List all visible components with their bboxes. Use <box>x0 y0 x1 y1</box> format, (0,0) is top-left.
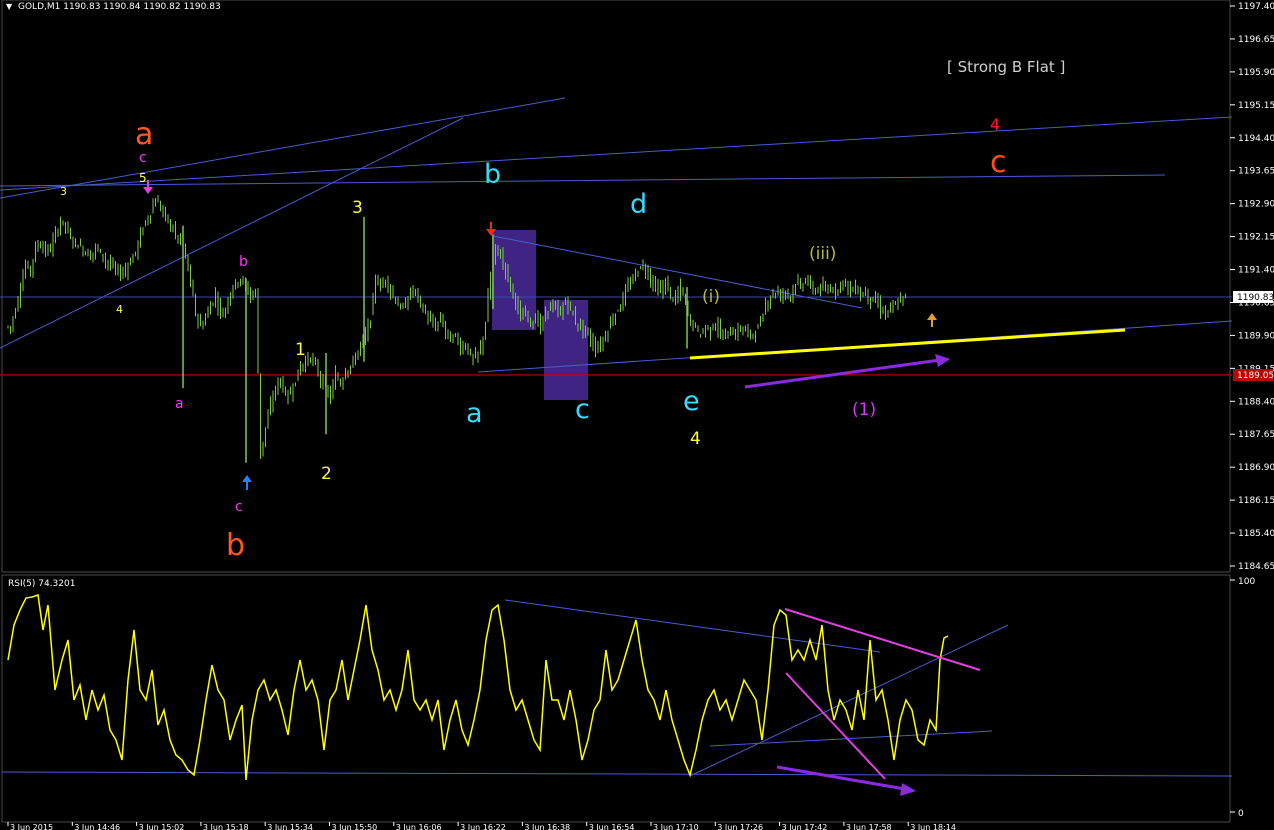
price-tick-label: 1192.90 <box>1238 200 1274 210</box>
price-tick-label: 1192.15 <box>1238 233 1274 243</box>
wave-b-box <box>492 230 536 330</box>
price-tick-label: 1186.90 <box>1238 463 1274 473</box>
wave-b-big: b <box>226 528 245 563</box>
wave-c-big: c <box>990 145 1007 180</box>
rsi-title: RSI(5) 74.3201 <box>8 579 75 589</box>
time-tick-label: 3 Jun 2015 <box>10 823 53 830</box>
wave-1-magenta: (1) <box>852 400 876 420</box>
time-tick-label: 3 Jun 14:46 <box>74 823 120 830</box>
price-tick-label: 1191.40 <box>1238 266 1274 276</box>
wave-3-yellow: 3 <box>352 198 363 218</box>
time-tick-label: 3 Jun 16:06 <box>396 823 442 830</box>
dropdown-triangle-icon[interactable]: ▼ <box>6 2 13 11</box>
strong-b-flat-label: [ Strong B Flat ] <box>947 58 1065 76</box>
time-tick-label: 3 Jun 16:54 <box>589 823 635 830</box>
time-tick-label: 3 Jun 15:18 <box>203 823 249 830</box>
rsi-tick-100: 100 <box>1238 577 1255 587</box>
price-tick-label: 1196.65 <box>1238 35 1274 45</box>
price-tick-label: 1195.90 <box>1238 68 1274 78</box>
chart-title: GOLD,M1 1190.83 1190.84 1190.82 1190.83 <box>18 2 221 12</box>
price-tick-label: 1187.65 <box>1238 430 1274 440</box>
wave-a-cyan: a <box>466 398 483 429</box>
current-price-badge: 1190.83 <box>1233 291 1274 303</box>
rsi-tick-0: 0 <box>1238 809 1244 819</box>
wave-3-yellow-left: 3 <box>60 185 67 198</box>
wave-4-yellow-bottom: 4 <box>690 429 701 449</box>
wave-iii-olive: (iii) <box>809 244 836 264</box>
trading-chart[interactable]: 1197.40 1196.65 1195.90 1195.15 1194.40 1193.… <box>0 0 1274 830</box>
wave-i-olive: (i) <box>702 287 720 307</box>
price-tick-label: 1189.90 <box>1238 331 1274 341</box>
time-tick-label: 3 Jun 17:10 <box>653 823 699 830</box>
price-tick-label: 1193.65 <box>1238 167 1274 177</box>
wave-2-yellow: 2 <box>321 464 332 484</box>
price-tick-label: 1186.15 <box>1238 496 1274 506</box>
time-tick-label: 3 Jun 15:02 <box>139 823 185 830</box>
time-tick-label: 3 Jun 16:38 <box>524 823 570 830</box>
wave-c-box <box>544 300 588 400</box>
wave-5-yellow: 5 <box>139 171 147 185</box>
time-tick-label: 3 Jun 18:14 <box>910 823 956 830</box>
wave-1-yellow: 1 <box>295 340 306 360</box>
price-tick-label: 1184.65 <box>1238 562 1274 572</box>
time-axis: 3 Jun 2015 3 Jun 14:46 3 Jun 15:02 3 Jun 15… <box>7 822 956 830</box>
time-tick-label: 3 Jun 17:42 <box>782 823 828 830</box>
current-price-label: 1190.83 <box>1237 293 1274 303</box>
wave-4-red: 4 <box>990 115 1000 134</box>
wave-a-magenta: a <box>175 396 184 412</box>
price-tick-label: 1188.40 <box>1238 397 1274 407</box>
wave-4-yellow-left: 4 <box>116 303 123 316</box>
time-tick-label: 3 Jun 16:22 <box>460 823 506 830</box>
price-tick-label: 1195.15 <box>1238 101 1274 111</box>
wave-c-magenta: c <box>235 499 243 515</box>
time-tick-label: 3 Jun 15:50 <box>332 823 378 830</box>
price-tick-label: 1197.40 <box>1238 2 1274 12</box>
wave-b-magenta: b <box>239 254 248 270</box>
time-tick-label: 3 Jun 15:34 <box>267 823 313 830</box>
red-level-label: 1189.05 <box>1237 371 1274 381</box>
wave-a-big: a <box>135 117 153 152</box>
time-tick-label: 3 Jun 17:58 <box>846 823 892 830</box>
wave-c-cyan: c <box>575 394 590 425</box>
price-tick-label: 1185.40 <box>1238 529 1274 539</box>
wave-d-cyan: d <box>630 189 647 220</box>
red-level-badge: 1189.05 <box>1233 369 1274 381</box>
wave-b-cyan: b <box>484 159 501 190</box>
wave-e-cyan: e <box>683 386 700 417</box>
wave-c-magenta-top: c <box>139 150 147 166</box>
price-tick-label: 1194.40 <box>1238 134 1274 144</box>
time-tick-label: 3 Jun 17:26 <box>717 823 763 830</box>
